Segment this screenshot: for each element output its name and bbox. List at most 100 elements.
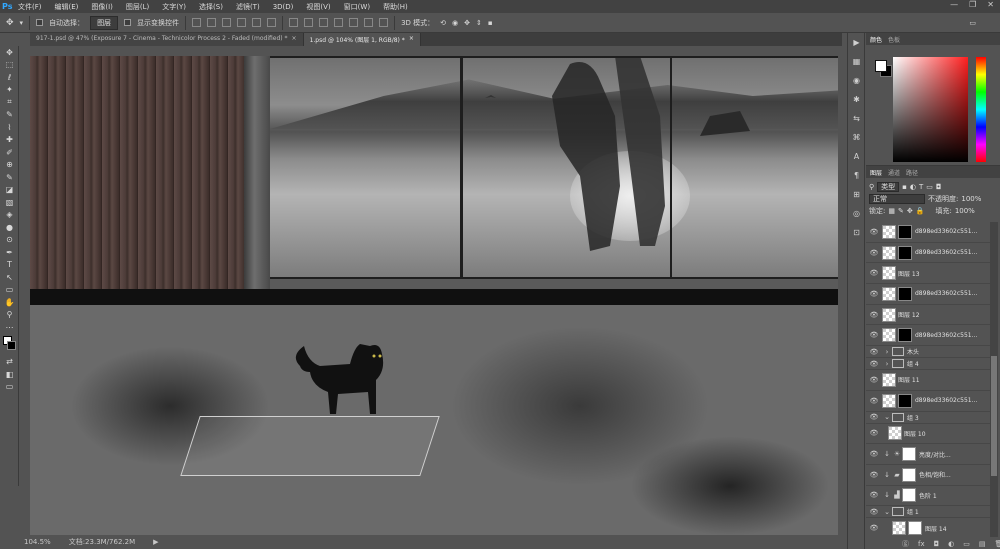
tab-paths[interactable]: 路径 (906, 168, 918, 177)
play-icon[interactable]: ▶ (848, 33, 865, 52)
tab-color[interactable]: 颜色 (870, 35, 882, 44)
lock-paint-icon[interactable]: ✎ (898, 207, 904, 215)
clone-source-icon[interactable]: ⇆ (848, 109, 865, 128)
workspace-icon[interactable]: ▭ (969, 19, 976, 27)
eye-icon[interactable]: 👁 (866, 397, 882, 405)
marquee-tool-icon[interactable]: ⬚ (0, 59, 19, 72)
new-group-icon[interactable]: ▭ (963, 540, 970, 548)
histogram-icon[interactable]: ▦ (848, 52, 865, 71)
pen-tool-icon[interactable]: ✒ (0, 246, 19, 259)
hand-tool-icon[interactable]: ✋ (0, 296, 19, 309)
layer-row[interactable]: 👁 d898ed33602c551... (866, 284, 990, 305)
eye-icon[interactable]: 👁 (866, 269, 882, 277)
eye-icon[interactable]: 👁 (866, 524, 882, 532)
layer-row[interactable]: 👁 d898ed33602c551... (866, 243, 990, 264)
layer-mask-thumbnail[interactable] (898, 286, 912, 301)
menu-type[interactable]: 文字(Y) (162, 2, 186, 12)
eye-icon[interactable]: 👁 (866, 290, 882, 298)
filter-type-icon[interactable]: T (919, 183, 923, 191)
path-selection-tool-icon[interactable]: ↖ (0, 271, 19, 284)
eye-icon[interactable]: 👁 (866, 376, 882, 384)
hue-slider[interactable] (976, 57, 986, 162)
distribute-hcenter-icon[interactable] (349, 18, 359, 27)
tab-close-icon[interactable]: × (292, 35, 297, 46)
layer-mask-thumbnail[interactable] (898, 328, 912, 343)
new-layer-icon[interactable]: ▤ (979, 540, 986, 548)
eye-icon[interactable]: 👁 (866, 360, 882, 368)
rectangle-tool-icon[interactable]: ▭ (0, 284, 19, 297)
menu-select[interactable]: 选择(S) (199, 2, 223, 12)
more-tools-icon[interactable]: ⋯ (0, 321, 19, 334)
color-field[interactable] (893, 57, 968, 162)
move-tool-icon[interactable]: ✥ (6, 18, 14, 28)
layer-row[interactable]: 👁 图层 10 (866, 424, 990, 445)
character-icon[interactable]: A (848, 147, 865, 166)
healing-brush-tool-icon[interactable]: ⌇ (0, 121, 19, 134)
eye-icon[interactable]: 👁 (866, 311, 882, 319)
distribute-top-icon[interactable] (289, 18, 299, 27)
layer-row[interactable]: 👁 图层 12 (866, 305, 990, 326)
filter-kind-dropdown[interactable]: 类型 (877, 182, 900, 192)
lock-position-icon[interactable]: ✥ (907, 207, 913, 215)
3d-drag-icon[interactable]: ✥ (464, 19, 470, 27)
clone-stamp-tool-icon[interactable]: ✐ (0, 146, 19, 159)
menu-window[interactable]: 窗口(W) (344, 2, 370, 12)
type-tool-icon[interactable]: T (0, 259, 19, 272)
group-row[interactable]: 👁 › 木头 (866, 346, 990, 359)
distribute-vcenter-icon[interactable] (304, 18, 314, 27)
gradient-tool-icon[interactable]: ◪ (0, 184, 19, 197)
adjustment-layer-row[interactable]: 👁 ↓ ▰ 色相/饱和... (866, 465, 990, 486)
adjustment-layer-row[interactable]: 👁 ↓ ▟ 色阶 1 (866, 486, 990, 507)
tab-close-icon[interactable]: × (409, 35, 414, 46)
collapse-arrow-icon[interactable]: ⌄ (882, 508, 892, 516)
menu-layer[interactable]: 图层(L) (126, 2, 149, 12)
layer-mask-thumbnail[interactable] (902, 447, 916, 462)
brush-tool-icon[interactable]: ✚ (0, 134, 19, 147)
maximize-button[interactable]: ❐ (969, 0, 976, 9)
blend-mode-dropdown[interactable]: 正常 (869, 194, 925, 204)
close-button[interactable]: ✕ (987, 0, 994, 9)
layer-row[interactable]: 👁 图层 13 (866, 263, 990, 285)
eye-icon[interactable]: 👁 (866, 249, 882, 257)
show-transform-checkbox[interactable] (124, 19, 132, 26)
layer-row[interactable]: 👁 图层 14 (866, 518, 990, 537)
layer-row[interactable]: 👁 d898ed33602c551... (866, 222, 990, 243)
move-tool-icon[interactable]: ✥ (0, 46, 19, 59)
layer-mask-thumbnail[interactable] (902, 488, 916, 503)
menu-3d[interactable]: 3D(D) (273, 3, 294, 11)
new-adjustment-icon[interactable]: ◐ (948, 540, 954, 548)
menu-help[interactable]: 帮助(H) (383, 2, 408, 12)
sponge-tool-icon[interactable]: ● (0, 221, 19, 234)
fill-value[interactable]: 100% (955, 207, 975, 215)
blur-tool-icon[interactable]: ▧ (0, 196, 19, 209)
dodge-tool-icon[interactable]: ◈ (0, 209, 19, 222)
layer-mask-thumbnail[interactable] (898, 245, 912, 260)
layer-mask-thumbnail[interactable] (898, 224, 912, 239)
group-row[interactable]: 👁 › 组 4 (866, 358, 990, 371)
crop-tool-icon[interactable]: ⌗ (0, 96, 19, 109)
eye-icon[interactable]: 👁 (866, 450, 882, 458)
expand-arrow-icon[interactable]: › (882, 360, 892, 368)
layer-row[interactable]: 👁 d898ed33602c551... (866, 391, 990, 412)
lock-pixels-icon[interactable]: ▦ (888, 207, 895, 215)
3d-slide-icon[interactable]: ⇕ (476, 19, 482, 27)
zoom-level[interactable]: 104.5% (24, 538, 51, 546)
opacity-value[interactable]: 100% (961, 195, 981, 203)
adjustment-layer-row[interactable]: 👁 ↓ ☀ 亮度/对比... (866, 444, 990, 465)
swap-colors-icon[interactable]: ⇄ (0, 356, 19, 369)
filter-shape-icon[interactable]: ▭ (926, 183, 933, 191)
tab-layers[interactable]: 图层 (870, 168, 882, 177)
lasso-tool-icon[interactable]: ℓ (0, 71, 19, 84)
tab-document-1[interactable]: 917-1.psd @ 47% (Exposure 7 - Cinema - T… (30, 33, 304, 46)
distribute-right-icon[interactable] (364, 18, 374, 27)
layers-scrollbar-thumb[interactable] (991, 356, 997, 476)
actions-icon[interactable]: ⌘ (848, 128, 865, 147)
layer-mask-thumbnail[interactable] (902, 467, 916, 482)
layer-mask-thumbnail[interactable] (908, 521, 922, 536)
document-canvas[interactable] (30, 56, 838, 535)
styles-icon[interactable]: ⊡ (848, 223, 865, 242)
filter-adjust-icon[interactable]: ◐ (910, 183, 916, 191)
filter-smart-icon[interactable]: ◘ (936, 183, 942, 191)
paragraph-icon[interactable]: ¶ (848, 166, 865, 185)
eye-icon[interactable]: 👁 (866, 331, 882, 339)
